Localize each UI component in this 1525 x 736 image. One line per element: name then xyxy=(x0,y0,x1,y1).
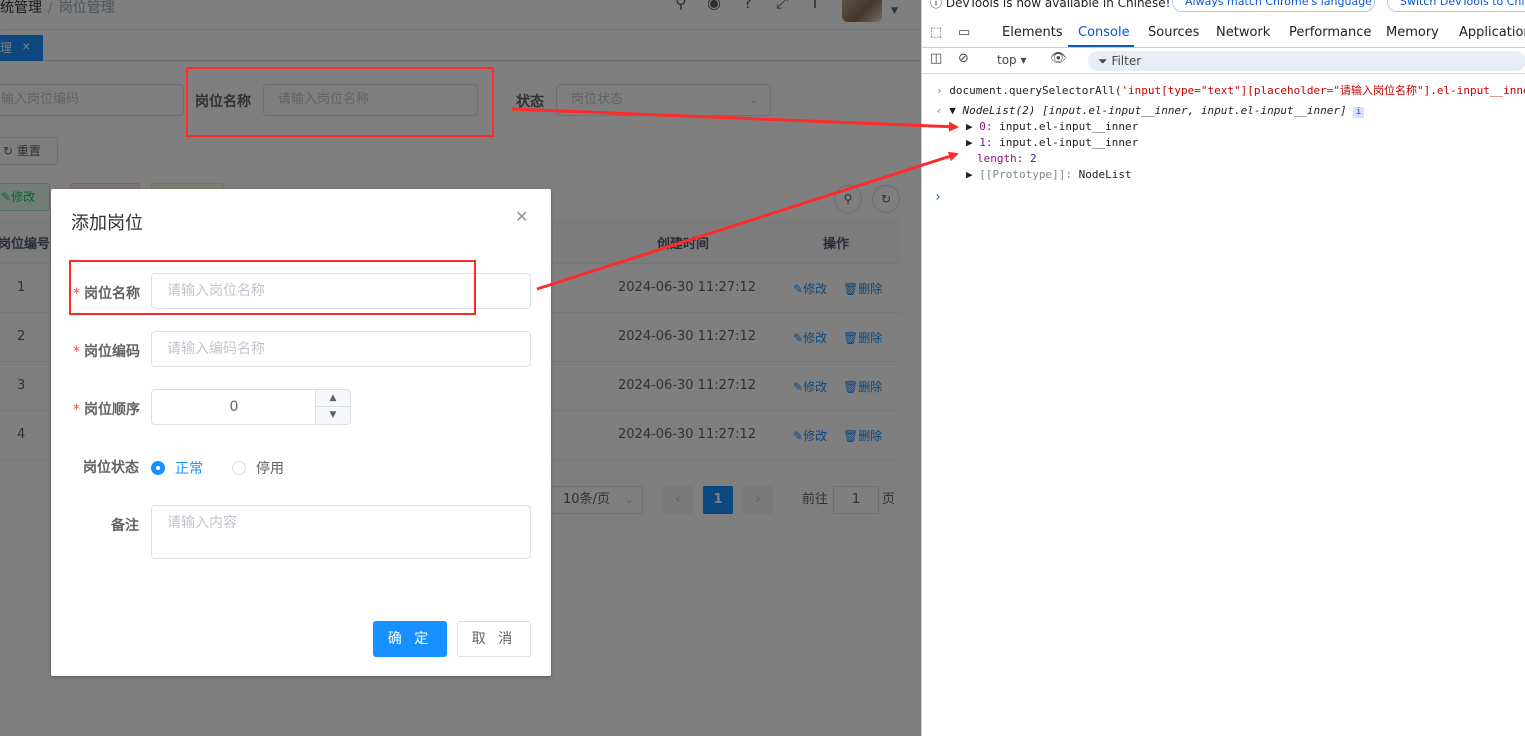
active-tab-indicator xyxy=(1068,45,1134,47)
status-normal-label: 正常 xyxy=(175,461,203,477)
item-key: 1 xyxy=(979,136,986,149)
tab-sources[interactable]: Sources xyxy=(1148,25,1199,40)
item-value: input.el-input__inner xyxy=(999,120,1139,133)
post-order-field-label: * 岗位顺序 xyxy=(73,399,140,419)
filter-icon: ⏷ xyxy=(1098,54,1108,68)
admin-app: 系统管理/岗位管理 ⚲ ◉ ? ⤢ T ▼ 理✕ 输入岗位编码 岗位名称 请输入… xyxy=(0,0,921,736)
clear-console-icon[interactable]: ⊘ xyxy=(958,51,969,66)
result-preview: [input.el-input__inner, input.el-input__… xyxy=(1041,104,1347,117)
proto-value: NodeList xyxy=(1078,168,1132,181)
close-icon[interactable]: ✕ xyxy=(515,207,528,226)
post-code-field-label: * 岗位编码 xyxy=(73,341,140,361)
tab-network[interactable]: Network xyxy=(1216,25,1270,40)
tab-console[interactable]: Console xyxy=(1078,25,1130,40)
length-line: length: 2 xyxy=(977,152,1037,165)
prototype-line[interactable]: ▶ [[Prototype]]: NodeList xyxy=(966,168,1132,181)
required-mark: * xyxy=(73,402,80,418)
devtools-tabbar: ⬚ ▭ Elements Console Sources Network Per… xyxy=(922,21,1525,48)
confirm-button[interactable]: 确 定 xyxy=(373,621,447,657)
tab-memory[interactable]: Memory xyxy=(1386,25,1439,40)
cmd-prefix: document.querySelectorAll( xyxy=(949,84,1122,97)
status-normal-radio[interactable]: 正常 xyxy=(151,458,203,478)
annotation-box-dialog xyxy=(69,260,476,315)
console-toolbar: ◫ ⊘ top ▾ 👁 ⏷ Filter xyxy=(922,48,1525,74)
post-code-field-text: 岗位编码 xyxy=(84,344,140,360)
match-language-button[interactable]: Always match Chrome's language xyxy=(1172,0,1375,12)
inspect-element-icon[interactable]: ⬚ xyxy=(930,25,942,40)
tab-elements[interactable]: Elements xyxy=(1002,25,1063,40)
context-select[interactable]: top ▾ xyxy=(997,53,1027,67)
cancel-button[interactable]: 取 消 xyxy=(457,621,531,657)
context-value: top xyxy=(997,53,1017,67)
sidebar-toggle-icon[interactable]: ◫ xyxy=(930,51,942,66)
banner-text: DevTools is now available in Chinese! xyxy=(945,0,1171,10)
caret-down-icon: ▾ xyxy=(1020,53,1027,67)
radio-checked-icon xyxy=(151,461,165,475)
remark-field-label: 备注 xyxy=(111,518,139,534)
result-head: NodeList(2) xyxy=(962,104,1036,117)
prompt-chevron-icon: › xyxy=(936,84,943,97)
post-order-field-text: 岗位顺序 xyxy=(84,402,140,418)
length-value: 2 xyxy=(1030,152,1037,165)
node-item[interactable]: ▶ 0: input.el-input__inner xyxy=(966,120,1138,133)
decrease-icon[interactable]: ▼ xyxy=(315,407,350,424)
info-icon: ⓘ DevTools is now available in Chinese! xyxy=(930,0,1170,11)
collapse-triangle-icon: ▶ xyxy=(966,136,973,149)
collapse-triangle-icon: ▶ xyxy=(966,168,973,181)
post-order-stepper[interactable]: 0 ▲ ▼ xyxy=(151,389,351,425)
status-disabled-label: 停用 xyxy=(256,461,284,477)
console-input-line: › document.querySelectorAll('input[type=… xyxy=(936,82,1525,98)
annotation-box-query xyxy=(186,67,494,137)
device-toolbar-icon[interactable]: ▭ xyxy=(958,25,970,40)
devtools-panel: ⓘ DevTools is now available in Chinese! … xyxy=(921,0,1525,736)
status-disabled-radio[interactable]: 停用 xyxy=(232,458,284,478)
post-code-field[interactable]: 请输入编码名称 xyxy=(151,331,531,367)
switch-language-button[interactable]: Switch DevTools to Chinese xyxy=(1387,0,1525,12)
post-status-field-label: 岗位状态 xyxy=(83,460,139,476)
post-order-value[interactable]: 0 xyxy=(152,390,316,424)
length-key: length xyxy=(977,152,1017,165)
proto-key: [[Prototype]] xyxy=(979,168,1066,181)
filter-placeholder: Filter xyxy=(1111,54,1142,68)
dialog-title: 添加岗位 xyxy=(71,213,143,234)
radio-unchecked-icon xyxy=(232,461,246,475)
cmd-arg: 'input[type="text"][placeholder="请输入岗位名称… xyxy=(1121,84,1525,97)
tab-application[interactable]: Application xyxy=(1459,25,1525,40)
console-result-line[interactable]: ‹ ▼ NodeList(2) [input.el-input__inner, … xyxy=(936,104,1365,118)
eye-icon[interactable]: 👁 xyxy=(1050,51,1067,66)
devtools-language-banner: ⓘ DevTools is now available in Chinese! … xyxy=(922,0,1525,20)
collapse-triangle-icon: ▶ xyxy=(966,120,973,133)
increase-icon[interactable]: ▲ xyxy=(315,390,350,407)
console-filter-input[interactable]: ⏷ Filter xyxy=(1088,51,1525,71)
remark-textarea[interactable]: 请输入内容 xyxy=(151,505,531,559)
item-value: input.el-input__inner xyxy=(999,136,1139,149)
result-arrow-icon: ‹ xyxy=(936,104,943,117)
expand-triangle-icon: ▼ xyxy=(949,104,956,117)
console-prompt-chevron-icon[interactable]: › xyxy=(934,190,942,205)
node-item[interactable]: ▶ 1: input.el-input__inner xyxy=(966,136,1138,149)
info-badge-icon[interactable]: i xyxy=(1353,107,1365,118)
tab-performance[interactable]: Performance xyxy=(1289,25,1371,40)
item-key: 0 xyxy=(979,120,986,133)
required-mark: * xyxy=(73,344,80,360)
